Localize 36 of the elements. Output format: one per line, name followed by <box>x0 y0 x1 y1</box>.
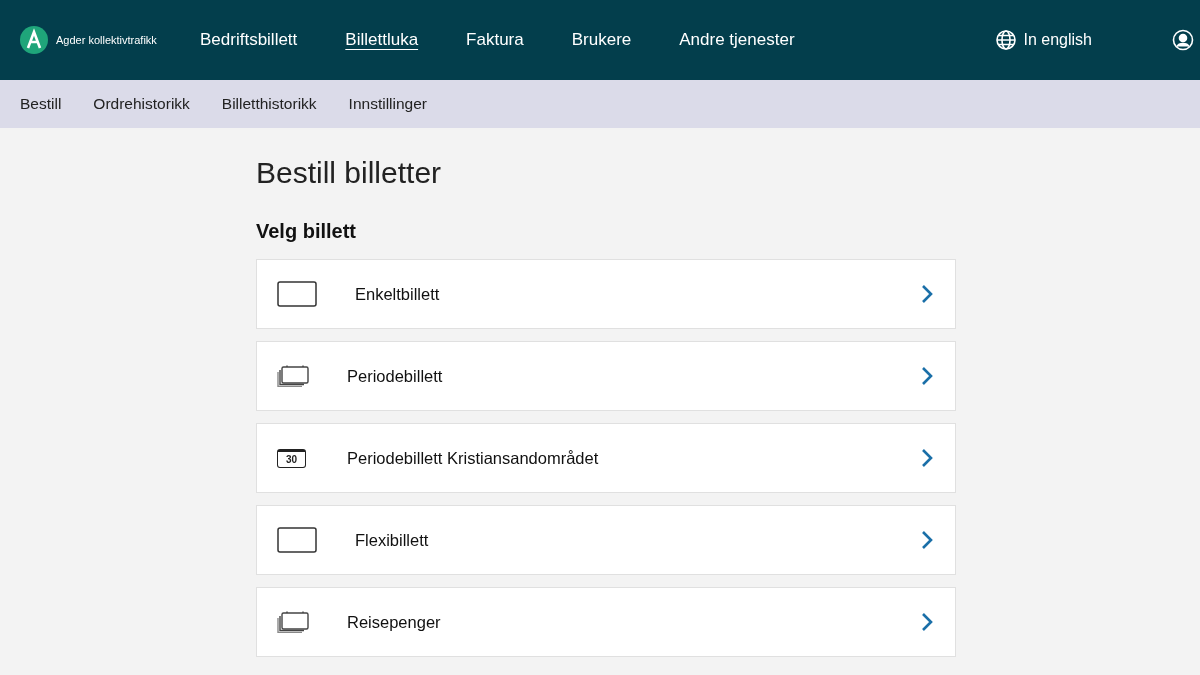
nav-link[interactable]: Faktura <box>466 30 524 50</box>
ticket-icon <box>277 281 317 307</box>
section-title: Velg billett <box>256 220 358 243</box>
chevron-right-icon <box>921 448 933 468</box>
chevron-right-icon <box>921 612 933 632</box>
globe-icon <box>994 29 1017 51</box>
stacked-tickets-icon <box>277 611 309 633</box>
chevron-right-icon <box>921 530 933 550</box>
user-icon[interactable] <box>1172 29 1194 51</box>
ticket-option[interactable]: Enkeltbillett <box>256 259 956 329</box>
ticket-option[interactable]: 30 Periodebillett Kristiansandområdet <box>256 423 956 493</box>
ticket-option[interactable]: Periodebillett <box>256 341 956 411</box>
language-link[interactable]: In english <box>994 29 1092 51</box>
nav-link[interactable]: Andre tjenester <box>679 30 795 50</box>
stacked-tickets-icon <box>277 365 309 387</box>
nav-link[interactable]: Bedriftsbillett <box>200 30 298 50</box>
nav-link[interactable]: Brukere <box>571 30 632 50</box>
ticket-option[interactable]: Reisepenger <box>256 587 956 657</box>
ticket-label: Periodebillett <box>347 366 443 386</box>
ticket-label: Flexibillett <box>355 530 429 550</box>
ticket-icon <box>277 527 317 553</box>
chevron-right-icon <box>921 366 933 386</box>
ticket-option[interactable]: Flexibillett <box>256 505 956 575</box>
subnav-link[interactable]: Billetthistorikk <box>221 95 317 113</box>
subnav-link[interactable]: Ordrehistorikk <box>93 95 190 113</box>
ticket-label: Reisepenger <box>347 612 441 632</box>
chevron-right-icon <box>921 284 933 304</box>
logo-icon[interactable] <box>20 26 48 54</box>
page-title: Bestill billetter <box>256 156 443 190</box>
subnav-link[interactable]: Innstillinger <box>348 95 427 113</box>
ticket-label: Enkeltbillett <box>355 284 440 304</box>
ticket-label: Periodebillett Kristiansandområdet <box>347 448 599 468</box>
calendar-icon: 30 <box>277 448 307 468</box>
nav-link[interactable]: Billettluka <box>345 30 419 50</box>
logo-text: Agder kollektivtrafikk <box>56 34 157 46</box>
subnav-link[interactable]: Bestill <box>20 95 62 113</box>
